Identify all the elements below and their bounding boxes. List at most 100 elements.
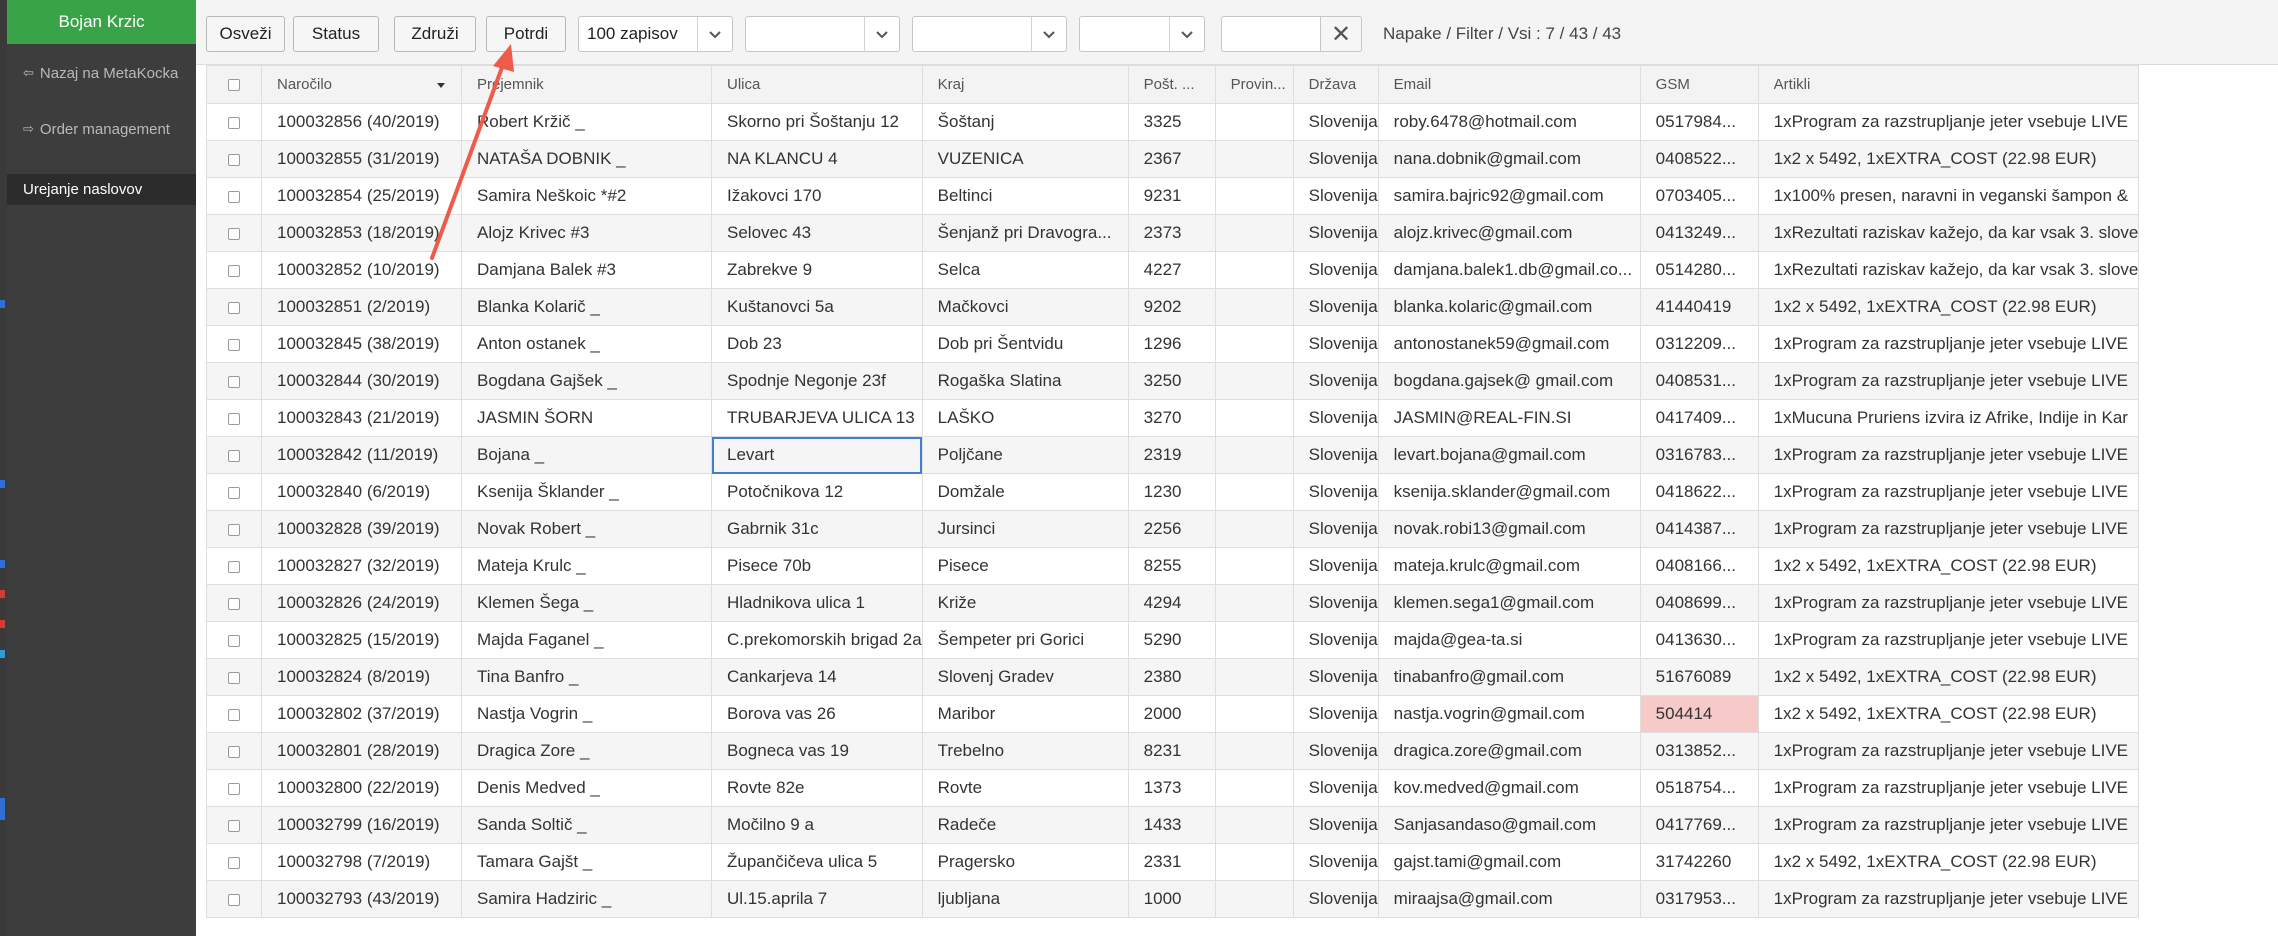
cell-items[interactable]: 1xRezultati raziskav kažejo, da kar vsak… xyxy=(1757,214,2140,252)
cell-province[interactable] xyxy=(1214,510,1294,548)
cell-country[interactable]: Slovenija xyxy=(1292,214,1379,252)
cell-postal[interactable]: 9202 xyxy=(1127,288,1216,326)
cell-country[interactable]: Slovenija xyxy=(1292,325,1379,363)
cell-country[interactable]: Slovenija xyxy=(1292,177,1379,215)
cell-order[interactable]: 100032793 (43/2019) xyxy=(261,880,462,918)
cell-email[interactable]: damjana.balek1.db@gmail.co... xyxy=(1377,251,1641,289)
cell-country[interactable]: Slovenija xyxy=(1292,251,1379,289)
cell-province[interactable] xyxy=(1214,658,1294,696)
table-row[interactable]: 100032853 (18/2019) Alojz Krivec #3 Selove… xyxy=(206,214,2140,252)
nav-back-to-metakocka[interactable]: ⇦ Nazaj na MetaKocka xyxy=(7,59,196,87)
cell-city[interactable]: Rogaška Slatina xyxy=(921,362,1129,400)
cell-items[interactable]: 1x2 x 5492, 1xEXTRA_COST (22.98 EUR) xyxy=(1757,843,2140,881)
table-row[interactable]: 100032842 (11/2019) Bojana _ Levart Poljčan… xyxy=(206,436,2140,474)
table-row[interactable]: 100032855 (31/2019) NATAŠA DOBNIK _ NA KLA… xyxy=(206,140,2140,178)
cell-country[interactable]: Slovenija xyxy=(1292,288,1379,326)
cell-city[interactable]: Jursinci xyxy=(921,510,1129,548)
cell-street[interactable]: Hladnikova ulica 1 xyxy=(711,584,923,622)
cell-province[interactable] xyxy=(1214,103,1294,141)
row-checkbox[interactable] xyxy=(206,510,262,548)
cell-postal[interactable]: 2331 xyxy=(1127,843,1216,881)
cell-province[interactable] xyxy=(1214,880,1294,918)
cell-order[interactable]: 100032851 (2/2019) xyxy=(261,288,462,326)
cell-province[interactable] xyxy=(1214,251,1294,289)
cell-recipient[interactable]: Dragica Zore _ xyxy=(461,732,712,770)
cell-country[interactable]: Slovenija xyxy=(1292,695,1379,733)
row-checkbox[interactable] xyxy=(206,732,262,770)
cell-city[interactable]: Trebelno xyxy=(921,732,1129,770)
cell-gsm[interactable]: 0414387... xyxy=(1639,510,1759,548)
row-checkbox[interactable] xyxy=(206,399,262,437)
cell-city[interactable]: Dob pri Šentvidu xyxy=(921,325,1129,363)
cell-street[interactable]: C.prekomorskih brigad 2a xyxy=(711,621,923,659)
table-row[interactable]: 100032851 (2/2019) Blanka Kolarič _ Kuštan… xyxy=(206,288,2140,326)
cell-items[interactable]: 1x2 x 5492, 1xEXTRA_COST (22.98 EUR) xyxy=(1757,288,2140,326)
cell-street[interactable]: Močilno 9 a xyxy=(711,806,923,844)
cell-city[interactable]: Križe xyxy=(921,584,1129,622)
cell-items[interactable]: 1xProgram za razstrupljanje jeter vsebuj… xyxy=(1757,325,2140,363)
cell-city[interactable]: Beltinci xyxy=(921,177,1129,215)
row-checkbox[interactable] xyxy=(206,658,262,696)
filter-select-2[interactable] xyxy=(912,16,1067,52)
row-checkbox[interactable] xyxy=(206,325,262,363)
row-checkbox[interactable] xyxy=(206,621,262,659)
row-checkbox[interactable] xyxy=(206,288,262,326)
cell-order[interactable]: 100032801 (28/2019) xyxy=(261,732,462,770)
cell-order[interactable]: 100032824 (8/2019) xyxy=(261,658,462,696)
cell-postal[interactable]: 3270 xyxy=(1127,399,1216,437)
cell-postal[interactable]: 4294 xyxy=(1127,584,1216,622)
cell-street[interactable]: Rovte 82e xyxy=(711,769,923,807)
cell-recipient[interactable]: Klemen Šega _ xyxy=(461,584,712,622)
cell-order[interactable]: 100032827 (32/2019) xyxy=(261,547,462,585)
cell-street[interactable]: Pisece 70b xyxy=(711,547,923,585)
cell-email[interactable]: nana.dobnik@gmail.com xyxy=(1377,140,1641,178)
cell-province[interactable] xyxy=(1214,140,1294,178)
cell-recipient[interactable]: Majda Faganel _ xyxy=(461,621,712,659)
header-country[interactable]: Država xyxy=(1292,65,1379,104)
filter-select-3[interactable] xyxy=(1079,16,1205,52)
search-input[interactable] xyxy=(1221,16,1321,52)
table-row[interactable]: 100032856 (40/2019) Robert Kržič _ Skorno … xyxy=(206,103,2140,141)
cell-order[interactable]: 100032798 (7/2019) xyxy=(261,843,462,881)
cell-email[interactable]: blanka.kolaric@gmail.com xyxy=(1377,288,1641,326)
row-checkbox[interactable] xyxy=(206,140,262,178)
header-gsm[interactable]: GSM xyxy=(1639,65,1759,104)
cell-recipient[interactable]: Tamara Gajšt _ xyxy=(461,843,712,881)
table-row[interactable]: 100032798 (7/2019) Tamara Gajšt _ Župančič… xyxy=(206,843,2140,881)
cell-postal[interactable]: 1296 xyxy=(1127,325,1216,363)
cell-city[interactable]: ljubljana xyxy=(921,880,1129,918)
cell-items[interactable]: 1xProgram za razstrupljanje jeter vsebuj… xyxy=(1757,621,2140,659)
cell-city[interactable]: Maribor xyxy=(921,695,1129,733)
cell-email[interactable]: JASMIN@REAL-FIN.SI xyxy=(1377,399,1641,437)
cell-order[interactable]: 100032854 (25/2019) xyxy=(261,177,462,215)
cell-recipient[interactable]: Damjana Balek #3 xyxy=(461,251,712,289)
table-row[interactable]: 100032852 (10/2019) Damjana Balek #3 Zabre… xyxy=(206,251,2140,289)
table-row[interactable]: 100032826 (24/2019) Klemen Šega _ Hladniko… xyxy=(206,584,2140,622)
cell-email[interactable]: tinabanfro@gmail.com xyxy=(1377,658,1641,696)
cell-gsm[interactable]: 0408699... xyxy=(1639,584,1759,622)
cell-order[interactable]: 100032828 (39/2019) xyxy=(261,510,462,548)
header-order[interactable]: Naročilo xyxy=(261,65,462,104)
cell-email[interactable]: mateja.krulc@gmail.com xyxy=(1377,547,1641,585)
cell-city[interactable]: Šempeter pri Gorici xyxy=(921,621,1129,659)
header-items[interactable]: Artikli xyxy=(1757,65,2140,104)
cell-order[interactable]: 100032825 (15/2019) xyxy=(261,621,462,659)
cell-postal[interactable]: 3250 xyxy=(1127,362,1216,400)
cell-items[interactable]: 1x2 x 5492, 1xEXTRA_COST (22.98 EUR) xyxy=(1757,140,2140,178)
cell-country[interactable]: Slovenija xyxy=(1292,658,1379,696)
cell-items[interactable]: 1xProgram za razstrupljanje jeter vsebuj… xyxy=(1757,362,2140,400)
filter-select-1[interactable] xyxy=(745,16,900,52)
cell-country[interactable]: Slovenija xyxy=(1292,436,1379,474)
table-row[interactable]: 100032824 (8/2019) Tina Banfro _ Cankarjev… xyxy=(206,658,2140,696)
cell-email[interactable]: majda@gea-ta.si xyxy=(1377,621,1641,659)
cell-recipient[interactable]: Bojana _ xyxy=(461,436,712,474)
table-row[interactable]: 100032828 (39/2019) Novak Robert _ Gabrnik… xyxy=(206,510,2140,548)
cell-province[interactable] xyxy=(1214,436,1294,474)
cell-province[interactable] xyxy=(1214,806,1294,844)
cell-postal[interactable]: 1373 xyxy=(1127,769,1216,807)
cell-gsm[interactable]: 0418622... xyxy=(1639,473,1759,511)
cell-order[interactable]: 100032840 (6/2019) xyxy=(261,473,462,511)
cell-postal[interactable]: 2319 xyxy=(1127,436,1216,474)
table-row[interactable]: 100032801 (28/2019) Dragica Zore _ Bogneca… xyxy=(206,732,2140,770)
cell-city[interactable]: Pragersko xyxy=(921,843,1129,881)
